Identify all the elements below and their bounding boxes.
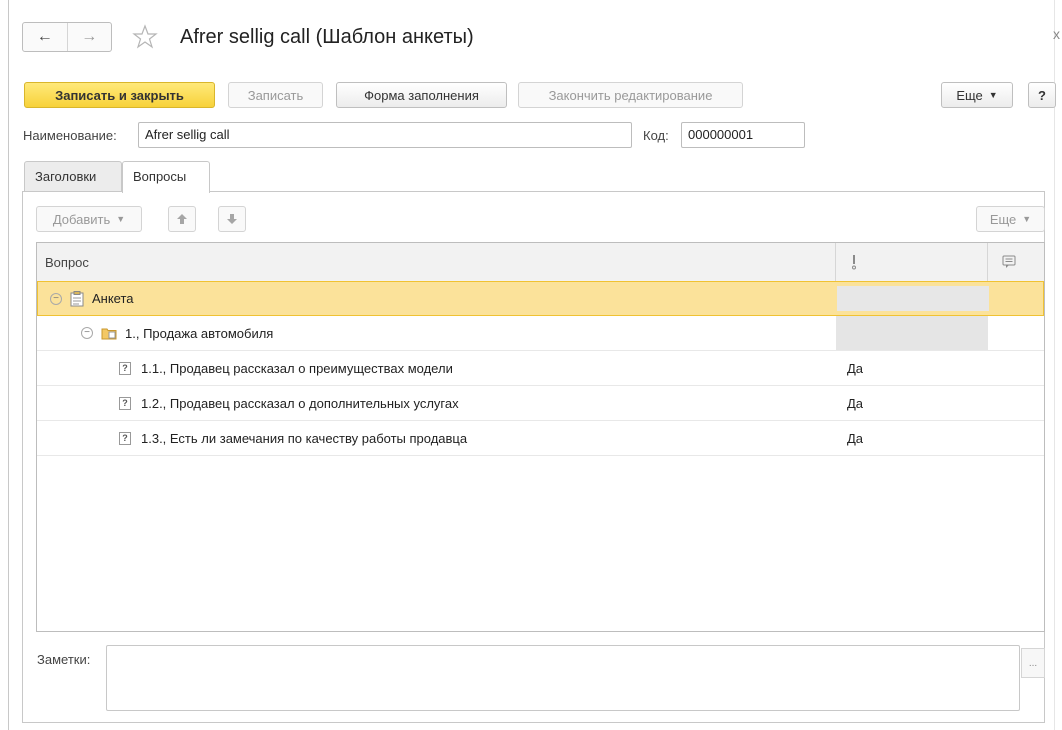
- table-row[interactable]: ? 1.1., Продавец рассказал о преимуществ…: [37, 351, 1044, 386]
- chevron-down-icon: ▼: [116, 214, 126, 224]
- questionnaire-icon: [70, 290, 84, 306]
- tree-cell: ? 1.2., Продавец рассказал о дополнитель…: [119, 386, 459, 420]
- question-icon: ?: [119, 361, 131, 375]
- name-input[interactable]: Afrer sellig call: [138, 122, 632, 148]
- more-menu-button[interactable]: Еще ▼: [941, 82, 1013, 108]
- table-more-label: Еще: [989, 211, 1017, 227]
- question-icon: ?: [119, 431, 131, 445]
- move-down-button[interactable]: [218, 206, 246, 232]
- required-value: Да: [847, 360, 864, 376]
- required-cell: [837, 286, 989, 311]
- row-text: 1.1., Продавец рассказал о преимуществах…: [141, 360, 453, 376]
- more-label: Еще: [956, 87, 983, 103]
- column-header-question[interactable]: Вопрос: [37, 243, 836, 281]
- required-value: Да: [847, 395, 864, 411]
- column-header-required[interactable]: [836, 243, 988, 281]
- forward-arrow-icon[interactable]: →: [66, 23, 112, 51]
- window-title: Afrer sellig call (Шаблон анкеты): [180, 26, 474, 48]
- add-label: Добавить: [52, 211, 111, 227]
- navigation-buttons: ← →: [22, 22, 112, 52]
- chevron-down-icon: ▼: [1022, 214, 1032, 224]
- collapse-icon[interactable]: −: [81, 327, 93, 339]
- notes-textarea[interactable]: [106, 645, 1020, 711]
- row-text: 1.3., Есть ли замечания по качеству рабо…: [141, 430, 468, 446]
- finish-editing-button[interactable]: Закончить редактирование: [518, 82, 743, 108]
- table-row[interactable]: − Анкета: [37, 281, 1044, 316]
- tree-cell: ? 1.3., Есть ли замечания по качеству ра…: [119, 421, 467, 455]
- questions-table: Вопрос − Анкета − 1., Продажа автомобиля…: [36, 242, 1045, 632]
- save-button[interactable]: Записать: [228, 82, 323, 108]
- arrow-up-icon: [177, 214, 187, 224]
- code-label: Код:: [643, 128, 669, 143]
- notes-edit-button[interactable]: ...: [1021, 648, 1045, 678]
- tab-questions[interactable]: Вопросы: [122, 161, 210, 193]
- row-text: 1., Продажа автомобиля: [125, 325, 274, 341]
- favorite-star-icon[interactable]: [132, 24, 158, 50]
- required-value: Да: [847, 430, 864, 446]
- row-text: Анкета: [92, 291, 134, 306]
- code-input[interactable]: 000000001: [681, 122, 805, 148]
- window-right-border: [1054, 0, 1055, 730]
- tab-headers[interactable]: Заголовки: [24, 161, 122, 191]
- move-up-button[interactable]: [168, 206, 196, 232]
- notes-label: Заметки:: [37, 652, 91, 667]
- tree-cell: − Анкета: [50, 282, 134, 315]
- folder-icon: [101, 328, 117, 340]
- arrow-down-icon: [227, 214, 237, 224]
- window-left-border: [8, 0, 9, 730]
- tree-cell: ? 1.1., Продавец рассказал о преимуществ…: [119, 351, 453, 385]
- tree-cell: − 1., Продажа автомобиля: [81, 316, 273, 350]
- table-row[interactable]: ? 1.3., Есть ли замечания по качеству ра…: [37, 421, 1044, 456]
- back-arrow-icon[interactable]: ←: [23, 23, 67, 51]
- name-label: Наименование:: [23, 128, 117, 143]
- save-and-close-button[interactable]: Записать и закрыть: [24, 82, 215, 108]
- question-icon: ?: [119, 396, 131, 410]
- exclamation-icon: [852, 255, 856, 270]
- table-row[interactable]: − 1., Продажа автомобиля: [37, 316, 1044, 351]
- collapse-icon[interactable]: −: [50, 292, 62, 305]
- row-text: 1.2., Продавец рассказал о дополнительны…: [141, 395, 459, 411]
- add-button[interactable]: Добавить ▼: [36, 206, 142, 232]
- table-header: Вопрос: [37, 243, 1044, 282]
- help-button[interactable]: ?: [1028, 82, 1056, 108]
- comment-icon: [1002, 255, 1016, 268]
- required-cell: [836, 316, 988, 350]
- chevron-down-icon: ▼: [988, 90, 998, 100]
- table-row[interactable]: ? 1.2., Продавец рассказал о дополнитель…: [37, 386, 1044, 421]
- table-more-button[interactable]: Еще ▼: [976, 206, 1045, 232]
- close-icon[interactable]: x: [1053, 26, 1060, 42]
- column-header-comment[interactable]: [988, 243, 1044, 281]
- fill-form-button[interactable]: Форма заполнения: [336, 82, 507, 108]
